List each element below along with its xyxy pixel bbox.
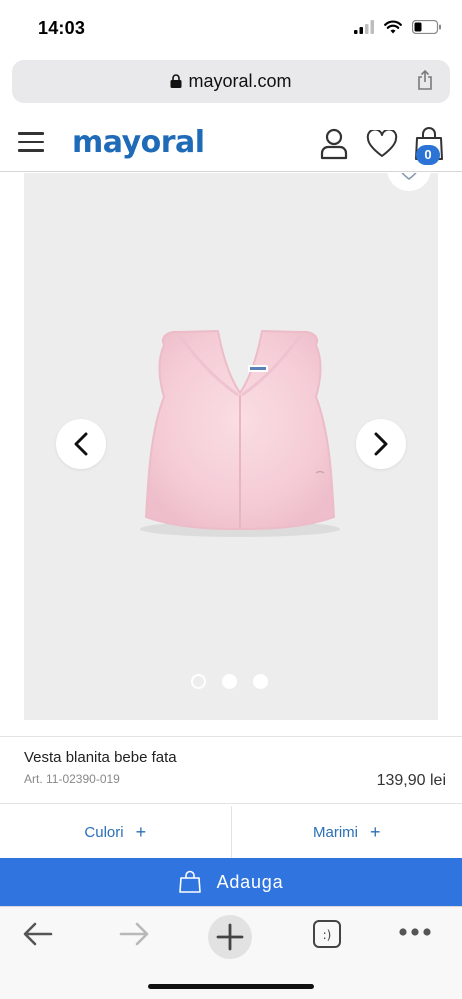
share-icon[interactable]: [416, 69, 434, 91]
add-to-bag-label: Adauga: [216, 871, 284, 892]
product-options: Culori + Marimi +: [0, 806, 462, 858]
status-bar: 14:03: [0, 0, 462, 56]
status-icons: [354, 20, 442, 34]
user-icon[interactable]: [320, 128, 348, 160]
colors-label: Culori: [84, 823, 124, 841]
home-indicator: [148, 984, 314, 989]
battery-icon: [412, 20, 441, 34]
pagination-dot-2[interactable]: [222, 674, 237, 689]
divider: [0, 736, 462, 737]
tabs-icon: :): [313, 920, 341, 948]
plus-icon: +: [135, 821, 147, 842]
product-image-vest: [140, 329, 340, 537]
gallery-favorite-button[interactable]: [387, 173, 431, 191]
plus-icon: +: [369, 821, 381, 842]
cellular-signal-icon: [354, 20, 374, 34]
gallery-pagination: [191, 674, 268, 689]
url-field[interactable]: mayoral.com: [12, 71, 450, 92]
gallery-prev-button[interactable]: [56, 419, 106, 469]
pagination-dot-3[interactable]: [253, 674, 268, 689]
divider: [0, 803, 462, 804]
tabs-button[interactable]: :): [312, 919, 342, 954]
more-icon[interactable]: [398, 927, 432, 937]
sizes-option-button[interactable]: Marimi +: [232, 806, 462, 858]
heart-icon[interactable]: [366, 130, 398, 158]
back-arrow-icon[interactable]: [22, 921, 54, 947]
chevron-left-icon: [74, 432, 88, 456]
hamburger-icon[interactable]: [18, 132, 44, 152]
tabs-glyph: :): [323, 928, 332, 942]
colors-option-button[interactable]: Culori +: [0, 806, 232, 858]
status-time: 14:03: [38, 18, 86, 38]
bag-count-badge: 0: [416, 145, 440, 165]
add-to-bag-button[interactable]: Adauga: [0, 858, 462, 906]
product-gallery[interactable]: [24, 173, 438, 720]
product-price: 139,90 lei: [376, 772, 446, 789]
wifi-icon: [384, 20, 402, 34]
forward-arrow-icon[interactable]: [118, 921, 150, 947]
product-name: Vesta blanita bebe fata: [24, 749, 177, 766]
lock-icon: [170, 74, 182, 88]
pagination-dot-1[interactable]: [191, 674, 206, 689]
site-header: mayoral: [0, 114, 462, 172]
heart-icon: [401, 173, 417, 181]
logo[interactable]: mayoral: [72, 125, 205, 160]
gallery-next-button[interactable]: [356, 419, 406, 469]
url-text: mayoral.com: [188, 71, 292, 91]
chevron-right-icon: [374, 432, 388, 456]
new-tab-plus-icon: [216, 923, 244, 951]
product-article: Art. 11-02390-019: [24, 772, 120, 786]
shopping-bag-icon: [178, 870, 201, 893]
address-bar[interactable]: mayoral.com: [12, 60, 450, 103]
sizes-label: Marimi: [312, 823, 358, 841]
new-tab-button[interactable]: [208, 915, 252, 959]
